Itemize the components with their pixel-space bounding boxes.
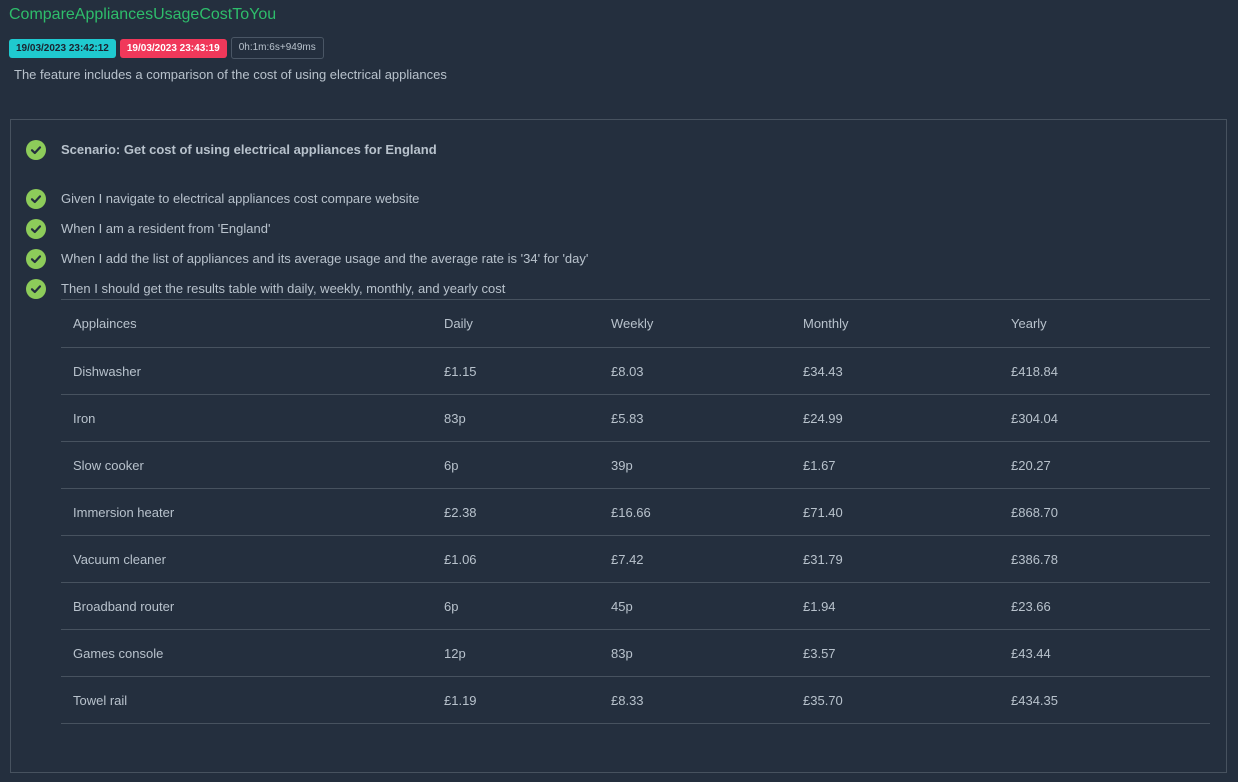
duration-badge: 0h:1m:6s+949ms: [230, 37, 324, 59]
table-row: Vacuum cleaner £1.06 £7.42 £31.79 £386.7…: [61, 535, 1210, 583]
table-cell: £31.79: [791, 535, 999, 583]
table-cell: £3.57: [791, 629, 999, 677]
table-cell: 45p: [599, 582, 791, 630]
start-time-badge: 19/03/2023 23:42:12: [9, 38, 116, 58]
table-row: Towel rail £1.19 £8.33 £35.70 £434.35: [61, 676, 1210, 724]
table-row: Slow cooker 6p 39p £1.67 £20.27: [61, 441, 1210, 489]
end-time-badge: 19/03/2023 23:43:19: [119, 38, 227, 58]
table-cell: £16.66: [599, 488, 791, 536]
table-cell: £434.35: [999, 676, 1210, 724]
table-cell: £2.38: [432, 488, 599, 536]
table-cell: £24.99: [791, 394, 999, 442]
check-circle-icon: [26, 219, 46, 239]
table-header-row: Applainces Daily Weekly Monthly Yearly: [61, 299, 1210, 348]
check-circle-icon: [26, 189, 46, 209]
column-header: Yearly: [999, 299, 1210, 348]
check-circle-icon: [26, 249, 46, 269]
table-cell: £8.03: [599, 347, 791, 395]
table-cell: £304.04: [999, 394, 1210, 442]
table-cell: 12p: [432, 629, 599, 677]
table-cell: Towel rail: [61, 676, 432, 724]
step-text: Then I should get the results table with…: [61, 281, 506, 296]
table-cell: Immersion heater: [61, 488, 432, 536]
step-text: Given I navigate to electrical appliance…: [61, 191, 420, 206]
scenario-title[interactable]: Scenario: Get cost of using electrical a…: [61, 142, 437, 157]
table-cell: £34.43: [791, 347, 999, 395]
table-cell: £1.15: [432, 347, 599, 395]
table-cell: 6p: [432, 582, 599, 630]
table-cell: £20.27: [999, 441, 1210, 489]
column-header: Weekly: [599, 299, 791, 348]
table-row: Dishwasher £1.15 £8.03 £34.43 £418.84: [61, 347, 1210, 395]
table-row: Immersion heater £2.38 £16.66 £71.40 £86…: [61, 488, 1210, 536]
table-cell: £1.06: [432, 535, 599, 583]
table-cell: £7.42: [599, 535, 791, 583]
column-header: Daily: [432, 299, 599, 348]
table-cell: 83p: [599, 629, 791, 677]
table-cell: £1.94: [791, 582, 999, 630]
table-cell: Dishwasher: [61, 347, 432, 395]
table-cell: £43.44: [999, 629, 1210, 677]
table-cell: £5.83: [599, 394, 791, 442]
table-cell: £386.78: [999, 535, 1210, 583]
table-cell: £8.33: [599, 676, 791, 724]
table-cell: £868.70: [999, 488, 1210, 536]
table-row: Iron 83p £5.83 £24.99 £304.04: [61, 394, 1210, 442]
table-cell: 39p: [599, 441, 791, 489]
table-cell: £23.66: [999, 582, 1210, 630]
check-circle-icon: [26, 279, 46, 299]
table-cell: Games console: [61, 629, 432, 677]
table-cell: Broadband router: [61, 582, 432, 630]
table-cell: £1.67: [791, 441, 999, 489]
table-cell: £35.70: [791, 676, 999, 724]
table-cell: 6p: [432, 441, 599, 489]
table-cell: £71.40: [791, 488, 999, 536]
feature-title[interactable]: CompareAppliancesUsageCostToYou: [9, 6, 276, 24]
column-header: Monthly: [791, 299, 999, 348]
table-cell: Vacuum cleaner: [61, 535, 432, 583]
results-table: Applainces Daily Weekly Monthly Yearly D…: [61, 299, 1210, 724]
table-cell: £1.19: [432, 676, 599, 724]
scenario-panel: Scenario: Get cost of using electrical a…: [10, 119, 1227, 773]
column-header: Applainces: [61, 299, 432, 348]
feature-badges: 19/03/2023 23:42:12 19/03/2023 23:43:19 …: [9, 37, 324, 59]
feature-description: The feature includes a comparison of the…: [14, 67, 447, 82]
table-cell: Slow cooker: [61, 441, 432, 489]
step-text: When I add the list of appliances and it…: [61, 251, 589, 266]
table-cell: 83p: [432, 394, 599, 442]
table-cell: Iron: [61, 394, 432, 442]
table-row: Broadband router 6p 45p £1.94 £23.66: [61, 582, 1210, 630]
step-text: When I am a resident from 'England': [61, 221, 271, 236]
check-circle-icon: [26, 140, 46, 160]
table-row: Games console 12p 83p £3.57 £43.44: [61, 629, 1210, 677]
table-cell: £418.84: [999, 347, 1210, 395]
